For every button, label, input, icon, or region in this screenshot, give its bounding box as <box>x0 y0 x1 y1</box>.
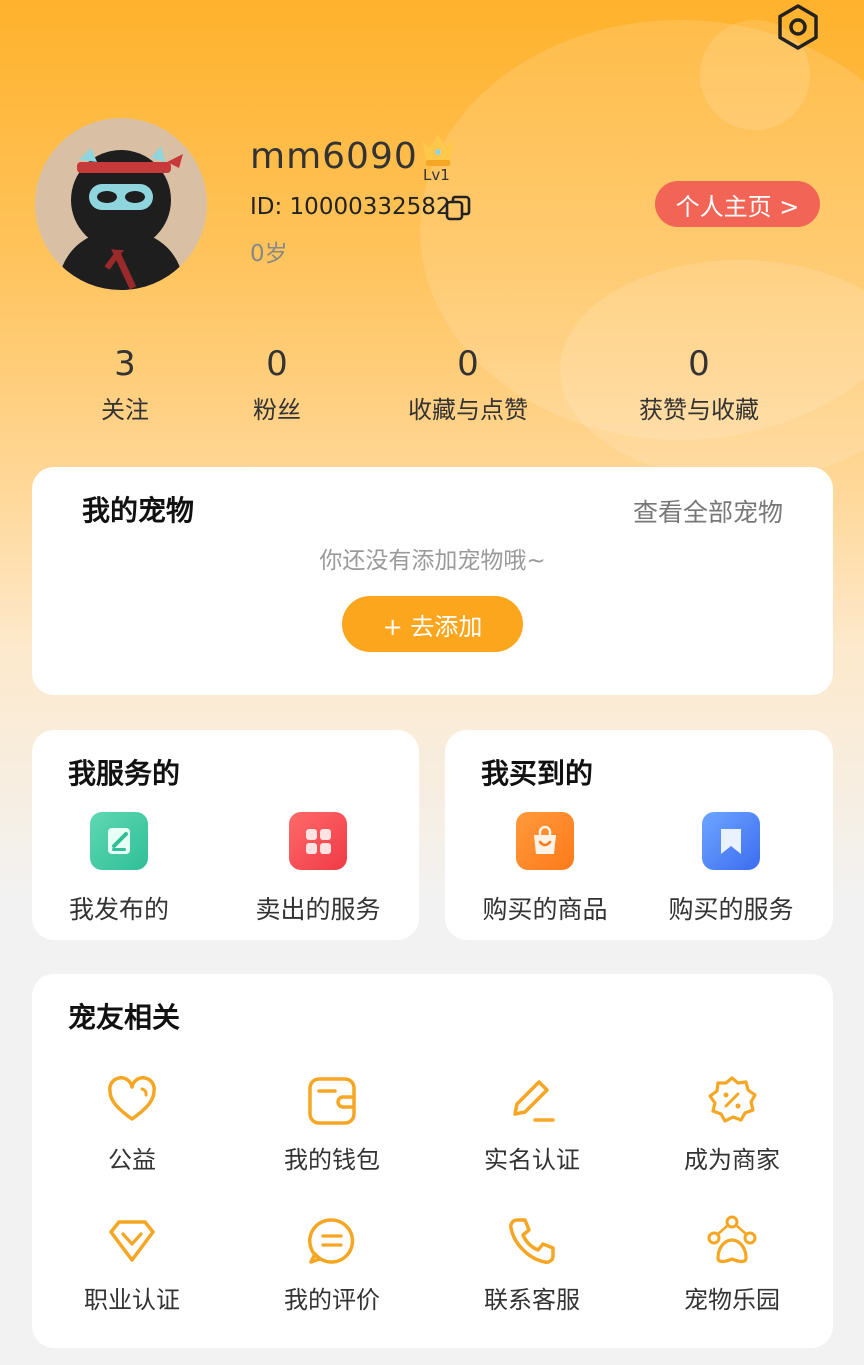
my-services-title: 我服务的 <box>68 757 181 790</box>
grid-icon <box>289 812 347 870</box>
note-edit-icon <box>90 812 148 870</box>
stat-label: 获赞与收藏 <box>639 396 759 424</box>
stat-value: 0 <box>688 344 710 384</box>
my-pets-card: 我的宠物 查看全部宠物 你还没有添加宠物哦~ + 去添加 <box>32 467 833 695</box>
username: mm6090 <box>250 136 418 177</box>
charity-item[interactable]: 公益 <box>32 1074 232 1175</box>
become-merchant-label: 成为商家 <box>684 1146 780 1174</box>
pet-park-icon <box>707 1215 757 1264</box>
ninja-avatar-icon <box>57 146 185 290</box>
copy-icon[interactable] <box>444 194 472 222</box>
stat-followers[interactable]: 0 粉丝 <box>177 340 377 425</box>
my-purchases-card: 我买到的 购买的商品 购买的服务 <box>445 730 833 940</box>
bookmark-icon <box>702 812 760 870</box>
stat-value: 0 <box>457 344 479 384</box>
shopping-bag-icon <box>516 812 574 870</box>
my-pets-title: 我的宠物 <box>82 494 195 527</box>
level-badge: Lv1 <box>423 166 450 184</box>
stat-label: 粉丝 <box>253 396 301 424</box>
user-id: ID: 10000332582 <box>250 194 451 220</box>
pet-friends-card: 宠友相关 公益 我的钱包 实名认证 成为商家 职业认证 我的评价 联系客服 宠物… <box>32 974 833 1348</box>
real-name-auth-item[interactable]: 实名认证 <box>432 1074 632 1175</box>
purchased-goods-item[interactable]: 购买的商品 <box>465 812 625 926</box>
pet-park-item[interactable]: 宠物乐园 <box>632 1214 832 1315</box>
wallet-label: 我的钱包 <box>284 1146 380 1174</box>
phone-icon <box>509 1218 555 1264</box>
purchased-services-label: 购买的服务 <box>668 895 794 924</box>
professional-auth-item[interactable]: 职业认证 <box>32 1214 232 1315</box>
purchased-goods-label: 购买的商品 <box>482 895 608 924</box>
sold-services-item[interactable]: 卖出的服务 <box>238 812 398 926</box>
user-age: 0岁 <box>250 241 288 267</box>
stat-value: 0 <box>266 344 288 384</box>
view-all-pets-link[interactable]: 查看全部宠物 <box>633 493 783 529</box>
professional-auth-label: 职业认证 <box>84 1286 180 1314</box>
settings-hex-icon <box>778 4 818 50</box>
avatar[interactable] <box>35 118 207 290</box>
stat-label: 收藏与点赞 <box>408 396 528 424</box>
my-reviews-label: 我的评价 <box>284 1286 380 1314</box>
my-reviews-item[interactable]: 我的评价 <box>232 1214 432 1315</box>
comment-icon <box>308 1218 355 1264</box>
stat-liked-collected[interactable]: 0 获赞与收藏 <box>599 340 799 425</box>
personal-homepage-button[interactable]: 个人主页 > <box>655 181 820 227</box>
real-name-auth-label: 实名认证 <box>484 1146 580 1174</box>
become-merchant-item[interactable]: 成为商家 <box>632 1074 832 1175</box>
heart-icon <box>108 1076 156 1121</box>
pencil-icon <box>513 1080 555 1122</box>
settings-button[interactable] <box>773 2 823 52</box>
my-published-item[interactable]: 我发布的 <box>39 812 199 926</box>
charity-label: 公益 <box>108 1146 156 1174</box>
pet-friends-title: 宠友相关 <box>68 1001 181 1034</box>
discount-badge-icon <box>708 1076 757 1123</box>
add-pet-button[interactable]: + 去添加 <box>342 596 523 652</box>
sold-services-label: 卖出的服务 <box>255 895 381 924</box>
contact-service-item[interactable]: 联系客服 <box>432 1214 632 1315</box>
wallet-item[interactable]: 我的钱包 <box>232 1074 432 1175</box>
pets-empty-text: 你还没有添加宠物哦~ <box>319 548 546 574</box>
my-published-label: 我发布的 <box>68 895 169 924</box>
purchased-services-item[interactable]: 购买的服务 <box>651 812 811 926</box>
diamond-icon <box>109 1220 155 1262</box>
wallet-icon <box>308 1077 356 1125</box>
my-purchases-title: 我买到的 <box>481 757 594 790</box>
pet-park-label: 宠物乐园 <box>684 1286 780 1314</box>
stat-collects-likes[interactable]: 0 收藏与点赞 <box>368 340 568 425</box>
my-services-card: 我服务的 我发布的 卖出的服务 <box>32 730 419 940</box>
contact-service-label: 联系客服 <box>484 1286 580 1314</box>
